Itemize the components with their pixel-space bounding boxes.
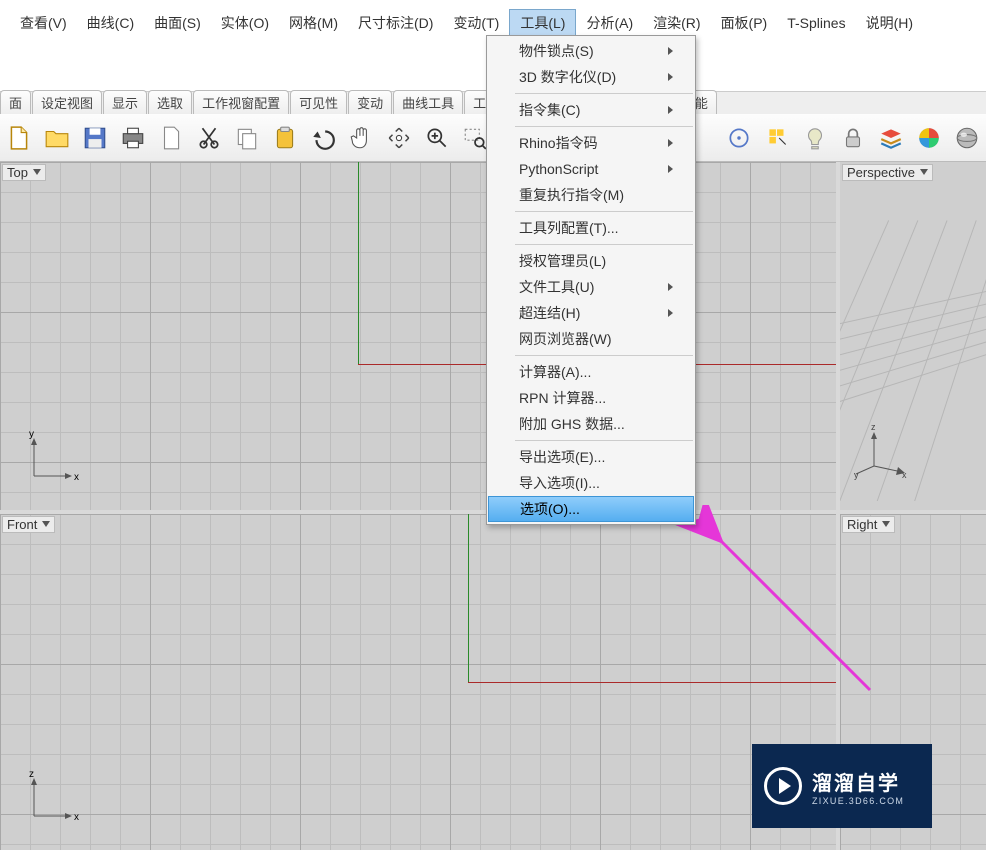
title-bar [0, 0, 986, 10]
menu-item[interactable]: 3D 数字化仪(D) [487, 64, 695, 90]
perspective-grid [840, 162, 986, 501]
menu-面板p[interactable]: 面板(P) [711, 10, 778, 36]
submenu-arrow-icon [668, 106, 673, 114]
menu-separator [515, 93, 693, 94]
menu-item[interactable]: 计算器(A)... [487, 359, 695, 385]
menu-分析a[interactable]: 分析(A) [576, 10, 643, 36]
submenu-arrow-icon [668, 139, 673, 147]
circle-tool-icon[interactable] [722, 121, 756, 155]
viewport-label-front[interactable]: Front [2, 516, 55, 533]
menu-item[interactable]: 物件锁点(S) [487, 38, 695, 64]
tab-item[interactable]: 显示 [103, 90, 147, 114]
tab-item[interactable]: 可见性 [290, 90, 347, 114]
sphere-icon[interactable] [950, 121, 984, 155]
menu-item[interactable]: 文件工具(U) [487, 274, 695, 300]
tools-dropdown: 物件锁点(S)3D 数字化仪(D) 指令集(C) Rhino指令码PythonScr… [486, 35, 696, 525]
copy-icon[interactable] [230, 121, 264, 155]
save-icon[interactable] [78, 121, 112, 155]
viewport-top[interactable]: Top x y [0, 162, 836, 510]
tab-item[interactable]: 工作视窗配置 [193, 90, 289, 114]
tab-item[interactable]: 变动 [348, 90, 392, 114]
watermark-brand: 溜溜自学 [812, 767, 904, 796]
menu-item[interactable]: RPN 计算器... [487, 385, 695, 411]
menu-曲线c[interactable]: 曲线(C) [77, 10, 144, 36]
color-wheel-icon[interactable] [912, 121, 946, 155]
chevron-down-icon [33, 169, 41, 177]
layers-icon[interactable] [874, 121, 908, 155]
menu-说明h[interactable]: 说明(H) [856, 10, 923, 36]
undo-icon[interactable] [306, 121, 340, 155]
menu-item[interactable]: 授权管理员(L) [487, 248, 695, 274]
menu-曲面s[interactable]: 曲面(S) [144, 10, 211, 36]
zoom-in-icon[interactable] [420, 121, 454, 155]
menu-item[interactable]: 导入选项(I)... [487, 470, 695, 496]
print-icon[interactable] [116, 121, 150, 155]
menu-item[interactable]: 重复执行指令(M) [487, 182, 695, 208]
document-icon[interactable] [154, 121, 188, 155]
menu-item[interactable]: 指令集(C) [487, 97, 695, 123]
menu-item[interactable]: 网页浏览器(W) [487, 326, 695, 352]
menu-separator [515, 355, 693, 356]
tab-item[interactable]: 面 [0, 90, 31, 114]
menu-item[interactable]: 导出选项(E)... [487, 444, 695, 470]
menu-t-splines[interactable]: T-Splines [777, 12, 855, 34]
viewport-label-top[interactable]: Top [2, 164, 46, 181]
light-icon[interactable] [798, 121, 832, 155]
menu-separator [515, 440, 693, 441]
menu-item[interactable]: 超连结(H) [487, 300, 695, 326]
menu-item[interactable]: Rhino指令码 [487, 130, 695, 156]
menu-变动t[interactable]: 变动(T) [443, 10, 509, 36]
submenu-arrow-icon [668, 73, 673, 81]
tab-item[interactable]: 选取 [148, 90, 192, 114]
menu-item[interactable]: 选项(O)... [488, 496, 694, 522]
menu-item[interactable]: 附加 GHS 数据... [487, 411, 695, 437]
construction-plane-icon[interactable] [760, 121, 794, 155]
submenu-arrow-icon [668, 309, 673, 317]
menu-渲染r[interactable]: 渲染(R) [643, 10, 710, 36]
watermark: 溜溜自学 ZIXUE.3D66.COM [752, 744, 932, 828]
menu-尺寸标注d[interactable]: 尺寸标注(D) [348, 10, 443, 36]
tab-item[interactable]: 曲线工具 [393, 90, 463, 114]
play-icon [764, 767, 802, 805]
viewport-perspective[interactable]: Perspective x z y [840, 162, 986, 510]
cut-icon[interactable] [192, 121, 226, 155]
tab-item[interactable]: 设定视图 [32, 90, 102, 114]
menu-separator [515, 126, 693, 127]
menu-item[interactable]: 工具列配置(T)... [487, 215, 695, 241]
chevron-down-icon [42, 521, 50, 529]
pan-icon[interactable] [344, 121, 378, 155]
menubar: 查看(V)曲线(C)曲面(S)实体(O)网格(M)尺寸标注(D)变动(T)工具(… [0, 10, 986, 36]
menu-网格m[interactable]: 网格(M) [279, 10, 348, 36]
chevron-down-icon [882, 521, 890, 529]
new-file-icon[interactable] [2, 121, 36, 155]
lock-icon[interactable] [836, 121, 870, 155]
viewport-label-perspective[interactable]: Perspective [842, 164, 933, 181]
viewport-front[interactable]: Front x z [0, 514, 836, 850]
menu-item[interactable]: PythonScript [487, 156, 695, 182]
chevron-down-icon [920, 169, 928, 177]
menu-实体o[interactable]: 实体(O) [211, 10, 279, 36]
paste-icon[interactable] [268, 121, 302, 155]
submenu-arrow-icon [668, 47, 673, 55]
submenu-arrow-icon [668, 165, 673, 173]
open-file-icon[interactable] [40, 121, 74, 155]
menu-工具l[interactable]: 工具(L) [509, 9, 576, 37]
menu-查看v[interactable]: 查看(V) [10, 10, 77, 36]
viewport-label-right[interactable]: Right [842, 516, 895, 533]
submenu-arrow-icon [668, 283, 673, 291]
menu-separator [515, 211, 693, 212]
menu-separator [515, 244, 693, 245]
watermark-url: ZIXUE.3D66.COM [812, 796, 904, 806]
rotate-view-icon[interactable] [382, 121, 416, 155]
